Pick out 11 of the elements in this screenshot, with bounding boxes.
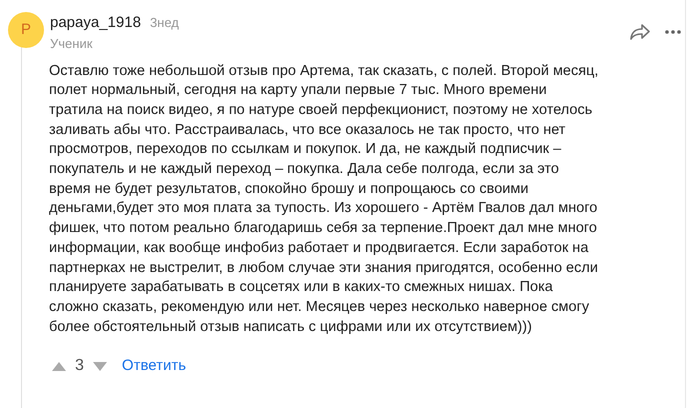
comment-time: 3нед	[150, 14, 179, 32]
comment-text: Оставлю тоже небольшой отзыв про Артема, так сказать, с полей. Второй месяц, полет нормальный, сегодня на карту упали первые 7 тыс. Много времени тратила на поиск видео, я по натуре своей перфекционист, поэтому не хотелось заливать абы что. Расстраивалась, что все оказалось не так просто, что нет просмотров, переходов по ссылкам и покупок. И да, не каждый подписчик – покупатель и не каждый переход – покупка. Дала себе полгода, если за это время не будет результатов, спокойно брошу и попрощаюсь со своими деньгами,будет это моя плата за тупость. Из хорошего - Артём Гвалов дал много фишек, что потом реально благодаришь себя за терпение.Проект дал мне много информации, как вообще инфобиз работает и продвигается. Если заработок на партнерках не выстрелит, в любом случае эти знания пригодятся, особенно если планируете зарабатывать в соцсетях или в каких-то смежных нишах. Пока сложно сказать, рекомендую или нет. Месяцев через несколько наверное смогу более обстоятельный отзыв написать с цифрами или их отсутствием)))	[49, 62, 600, 337]
author-name[interactable]: papaya_1918	[50, 12, 141, 34]
upvote-icon[interactable]	[52, 362, 66, 371]
author-role: Ученик	[50, 34, 94, 52]
downvote-icon[interactable]	[92, 362, 107, 371]
vote-count: 3	[75, 356, 84, 376]
avatar[interactable]: P	[8, 12, 44, 48]
reply-link[interactable]: Ответить	[122, 355, 186, 378]
more-icon[interactable]	[665, 30, 681, 34]
share-icon[interactable]	[629, 23, 651, 41]
